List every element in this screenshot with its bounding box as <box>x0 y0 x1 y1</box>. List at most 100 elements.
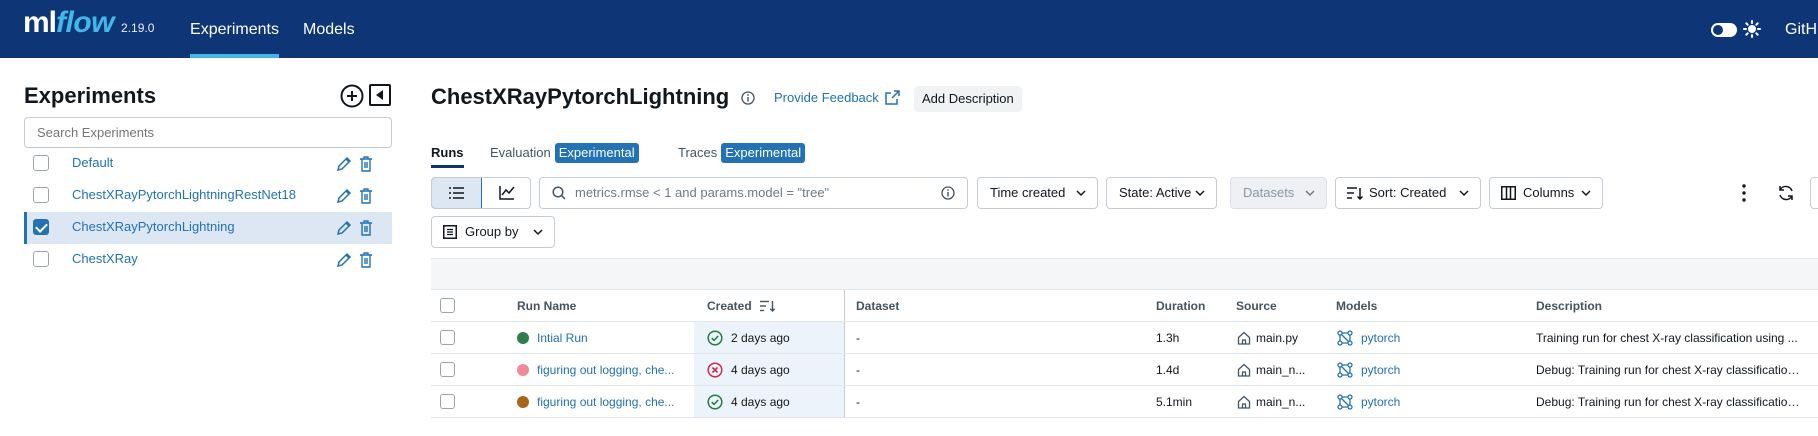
created-value: 2 days ago <box>731 331 790 345</box>
datasets-dropdown[interactable]: Datasets <box>1230 177 1327 209</box>
table-row[interactable]: figuring out logging, che... 4 days ago … <box>431 386 1818 418</box>
experiment-search-input[interactable] <box>24 117 392 148</box>
table-row[interactable]: Intial Run 2 days ago - 1.3h main.py pyt… <box>431 322 1818 354</box>
info-icon[interactable] <box>741 91 755 105</box>
source-value[interactable]: main_n... <box>1256 354 1332 386</box>
group-by-dropdown[interactable]: Group by <box>431 216 555 248</box>
source-value[interactable]: main_n... <box>1256 386 1332 418</box>
col-created[interactable]: Created <box>707 290 847 322</box>
row-checkbox[interactable] <box>440 330 455 345</box>
search-icon <box>552 186 566 200</box>
col-run-name[interactable]: Run Name <box>517 290 687 322</box>
list-icon <box>449 187 464 199</box>
run-color-dot[interactable] <box>517 364 529 376</box>
experiment-name[interactable]: ChestXRayPytorchLightningRestNet18 <box>72 180 296 210</box>
dataset-value: - <box>856 395 860 409</box>
logo-ml-text: ml <box>23 6 57 39</box>
experiment-name[interactable]: ChestXRay <box>72 244 138 274</box>
filter-placeholder: metrics.rmse < 1 and params.model = "tre… <box>575 185 830 200</box>
col-description[interactable]: Description <box>1536 290 1806 322</box>
add-experiment-icon[interactable] <box>340 84 364 108</box>
sidebar-title: Experiments <box>24 83 157 108</box>
experiment-name[interactable]: Default <box>72 148 113 178</box>
info-icon[interactable] <box>941 186 955 200</box>
tab-runs[interactable]: Runs <box>431 140 464 168</box>
run-name-link[interactable]: figuring out logging, che... <box>537 386 689 418</box>
pencil-icon[interactable] <box>336 220 352 236</box>
experimental-badge: Experimental <box>721 143 806 163</box>
pencil-icon[interactable] <box>336 188 352 204</box>
sort-icon <box>1347 187 1363 200</box>
run-filter-input[interactable]: metrics.rmse < 1 and params.model = "tre… <box>539 177 968 209</box>
github-link[interactable]: GitH <box>1785 0 1817 58</box>
run-name-link[interactable]: figuring out logging, che... <box>537 354 689 386</box>
state-dropdown[interactable]: State: Active <box>1106 177 1217 209</box>
nav-models[interactable]: Models <box>303 0 355 58</box>
add-description-button[interactable]: Add Description <box>914 86 1022 112</box>
trash-icon[interactable] <box>359 188 373 204</box>
description-value: Debug: Training run for chest X-ray clas… <box>1536 363 1804 377</box>
nav-experiments[interactable]: Experiments <box>190 0 279 58</box>
external-link-icon[interactable] <box>885 90 900 105</box>
model-link[interactable]: pytorch <box>1361 386 1501 418</box>
source-value[interactable]: main.py <box>1256 322 1332 354</box>
model-link[interactable]: pytorch <box>1361 354 1501 386</box>
datasets-label: Datasets <box>1243 185 1295 200</box>
collapse-sidebar-icon[interactable] <box>369 84 391 106</box>
version-label: 2.19.0 <box>121 21 155 35</box>
created-value: 4 days ago <box>731 363 790 377</box>
col-models[interactable]: Models <box>1336 290 1476 322</box>
trash-icon[interactable] <box>359 220 373 236</box>
duration-value: 1.3h <box>1156 331 1180 345</box>
sort-desc-icon[interactable] <box>760 300 776 312</box>
run-color-dot[interactable] <box>517 332 529 344</box>
new-run-button[interactable] <box>1810 177 1818 209</box>
experiment-checkbox[interactable] <box>33 155 49 171</box>
trash-icon[interactable] <box>359 156 373 172</box>
experimental-badge: Experimental <box>554 143 639 163</box>
chevron-down-icon <box>1195 190 1205 197</box>
model-icon <box>1337 330 1353 346</box>
col-source[interactable]: Source <box>1236 290 1336 322</box>
row-checkbox[interactable] <box>440 362 455 377</box>
table-group-header <box>431 258 1818 290</box>
experiment-item-restnet18[interactable]: ChestXRayPytorchLightningRestNet18 <box>24 180 392 212</box>
col-dataset[interactable]: Dataset <box>856 290 1106 322</box>
refresh-icon[interactable] <box>1777 184 1795 202</box>
experiment-item-chestxray[interactable]: ChestXRay <box>24 244 392 276</box>
more-options-icon[interactable] <box>1742 184 1746 202</box>
run-name-link[interactable]: Intial Run <box>537 322 689 354</box>
run-color-dot[interactable] <box>517 396 529 408</box>
experiment-checkbox[interactable] <box>33 187 49 203</box>
row-checkbox[interactable] <box>440 394 455 409</box>
experiment-item-lightning[interactable]: ChestXRayPytorchLightning <box>24 212 392 244</box>
chevron-down-icon <box>1581 190 1591 197</box>
experiment-name[interactable]: ChestXRayPytorchLightning <box>72 212 235 242</box>
table-row[interactable]: figuring out logging, che... 4 days ago … <box>431 354 1818 386</box>
chart-view-button[interactable] <box>482 178 530 208</box>
sun-icon[interactable] <box>1743 20 1761 38</box>
home-icon <box>1237 363 1251 377</box>
columns-dropdown[interactable]: Columns <box>1489 177 1603 209</box>
experiment-item-default[interactable]: Default <box>24 148 392 180</box>
pencil-icon[interactable] <box>336 252 352 268</box>
mlflow-logo[interactable]: ml flow 2.19.0 <box>23 6 154 46</box>
dark-mode-toggle[interactable] <box>1711 23 1737 37</box>
provide-feedback-link[interactable]: Provide Feedback <box>774 90 879 105</box>
select-all-checkbox[interactable] <box>440 298 455 313</box>
column-divider <box>844 354 845 385</box>
home-icon <box>1237 331 1251 345</box>
trash-icon[interactable] <box>359 252 373 268</box>
tab-evaluation[interactable]: Evaluation Experimental <box>490 140 639 168</box>
experiment-checkbox[interactable] <box>33 219 49 235</box>
time-created-dropdown[interactable]: Time created <box>977 177 1098 209</box>
sort-dropdown[interactable]: Sort: Created <box>1335 177 1481 209</box>
table-view-button[interactable] <box>432 178 482 208</box>
experiment-checkbox[interactable] <box>33 251 49 267</box>
model-link[interactable]: pytorch <box>1361 322 1501 354</box>
pencil-icon[interactable] <box>336 156 352 172</box>
tab-traces[interactable]: Traces Experimental <box>678 140 806 168</box>
description-value: Debug: Training run for chest X-ray clas… <box>1536 395 1804 409</box>
col-duration[interactable]: Duration <box>1156 290 1246 322</box>
column-divider <box>844 386 845 417</box>
